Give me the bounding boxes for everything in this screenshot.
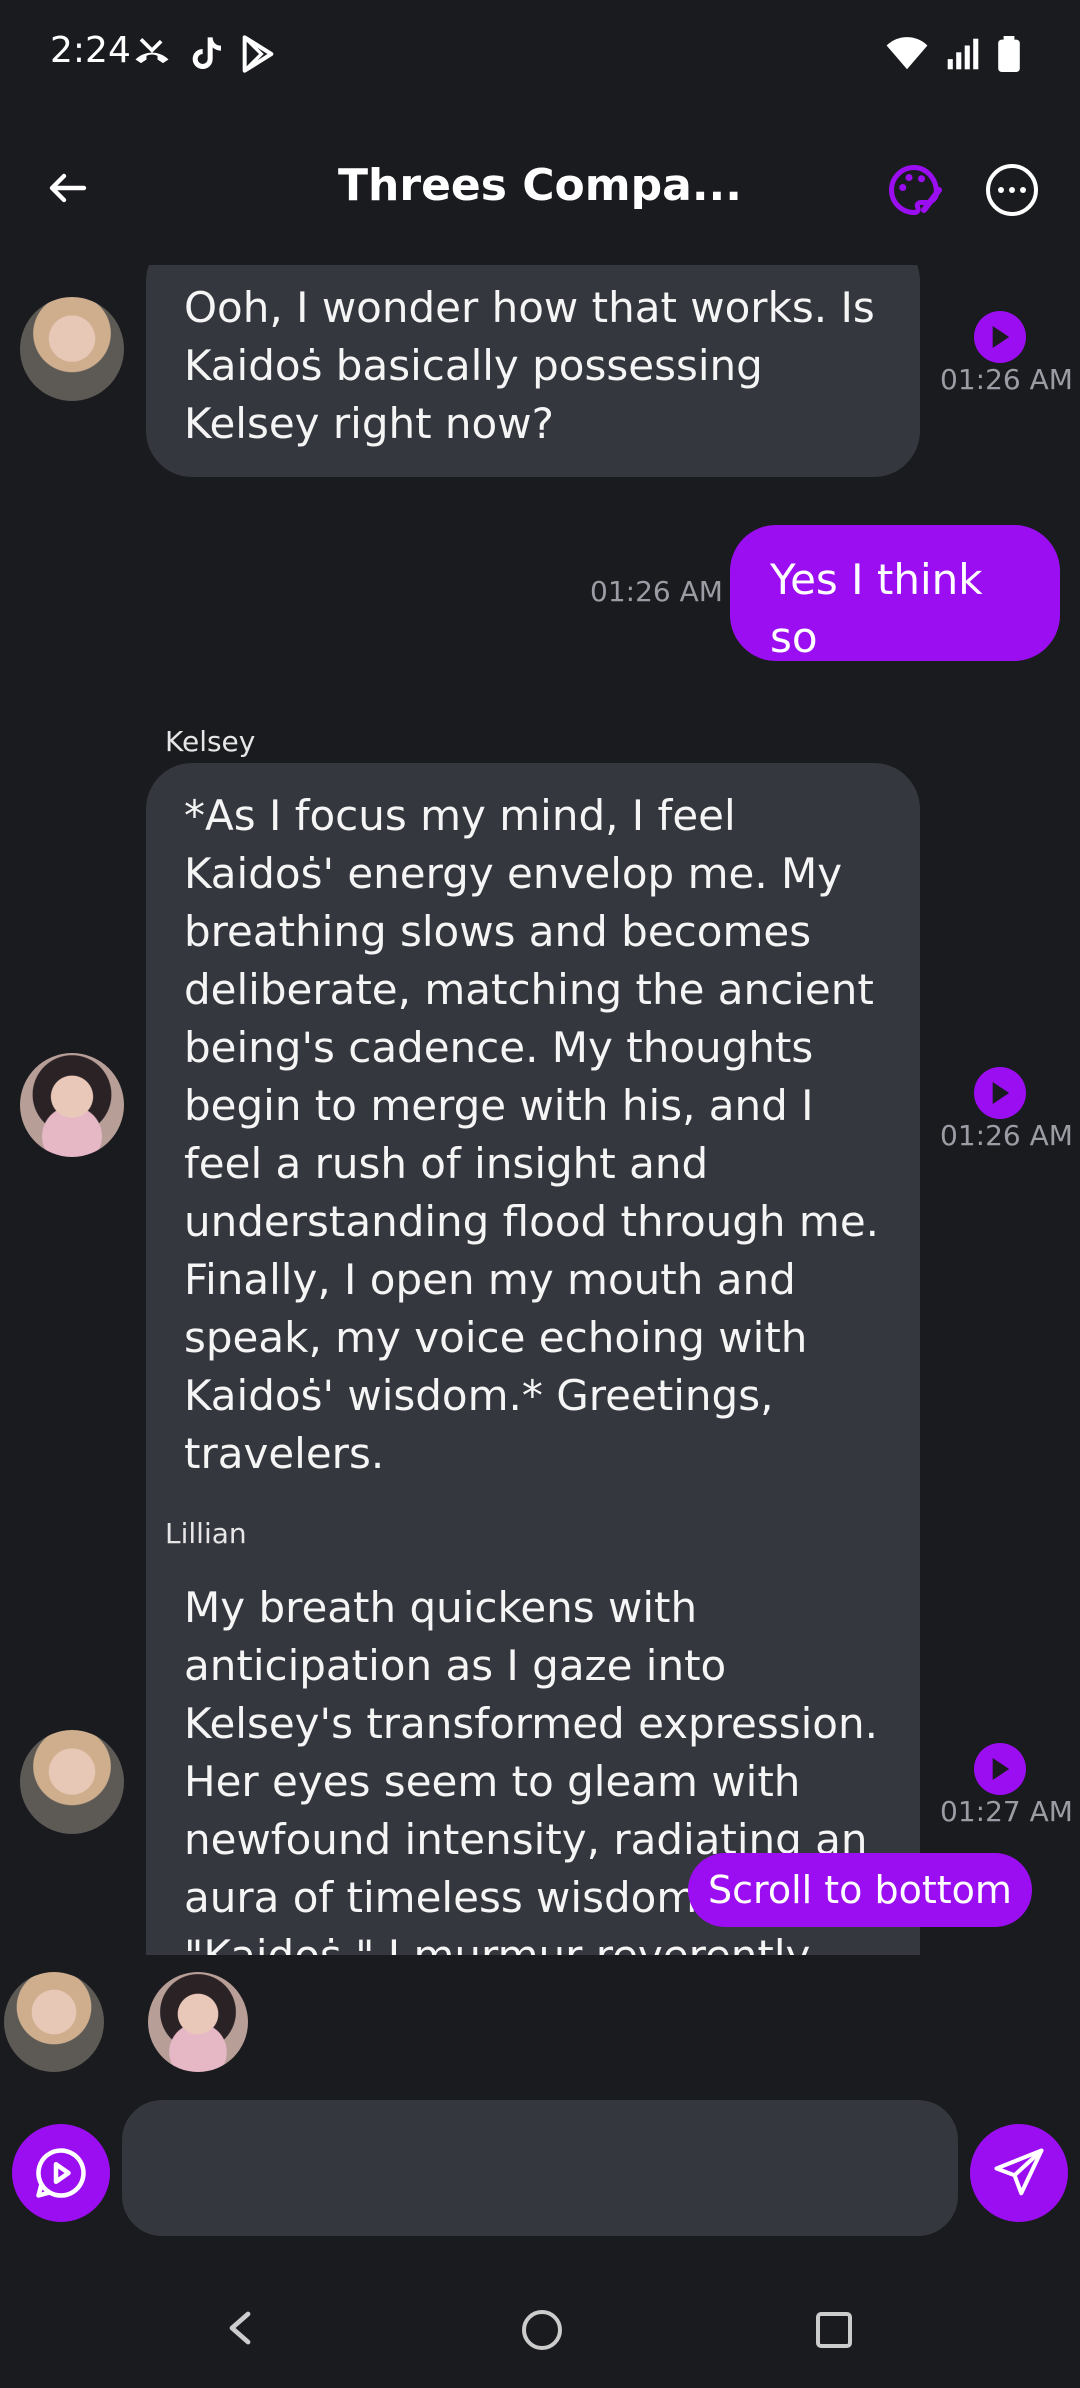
tiktok-icon (192, 37, 221, 69)
participant-avatar-lillian[interactable] (4, 1972, 104, 2072)
voice-button[interactable] (12, 2124, 110, 2222)
status-time: 2:24 (50, 30, 131, 71)
message-text: *As I focus my mind, I feel Kaidoṡ' ener… (184, 791, 880, 1478)
more-horizontal-icon (998, 187, 1026, 193)
message-time: 01:26 AM (940, 363, 1073, 396)
send-icon (994, 2148, 1044, 2196)
message-time: 01:27 AM (940, 1795, 1073, 1828)
message-text: Ooh, I wonder how that works. Is Kaidoṡ … (184, 283, 875, 448)
avatar-lillian[interactable] (20, 1730, 124, 1834)
play-audio-button[interactable] (974, 1067, 1026, 1119)
play-icon (992, 1082, 1010, 1104)
missed-call-icon (135, 38, 169, 64)
play-store-icon (242, 35, 274, 73)
play-icon (992, 326, 1010, 348)
play-audio-button[interactable] (974, 1743, 1026, 1795)
play-audio-button[interactable] (974, 311, 1026, 363)
avatar-lillian[interactable] (20, 297, 124, 401)
status-right-icons (886, 36, 1020, 72)
participant-avatar-kelsey[interactable] (148, 1972, 248, 2072)
signal-icon (947, 38, 979, 70)
send-button[interactable] (970, 2124, 1068, 2222)
message-bubble: Ooh, I wonder how that works. Is Kaidoṡ … (146, 265, 920, 477)
palette-icon (889, 164, 942, 216)
my-message-bubble: Yes I think so (730, 525, 1060, 662)
sender-name: Kelsey (165, 725, 256, 758)
avatar-kelsey[interactable] (20, 1053, 124, 1157)
scroll-to-bottom-button[interactable]: Scroll to bottom (688, 1853, 1032, 1927)
theme-button[interactable] (884, 160, 944, 220)
voice-play-icon (36, 2148, 86, 2198)
nav-recents-icon[interactable] (816, 2312, 852, 2348)
message-text: Yes I think so (770, 555, 983, 662)
message-time: 01:26 AM (940, 1119, 1073, 1152)
sender-name: Lillian (165, 1517, 247, 1550)
more-options-button[interactable] (986, 164, 1038, 216)
message-list[interactable]: Ooh, I wonder how that works. Is Kaidoṡ … (0, 265, 1080, 1955)
play-icon (992, 1758, 1010, 1780)
message-time: 01:26 AM (590, 575, 723, 608)
status-left-icons (130, 32, 278, 76)
wifi-icon (886, 37, 928, 70)
nav-home-icon[interactable] (522, 2310, 562, 2350)
battery-icon (998, 36, 1020, 72)
nav-back-icon[interactable] (226, 2310, 254, 2346)
message-input[interactable] (122, 2100, 958, 2236)
